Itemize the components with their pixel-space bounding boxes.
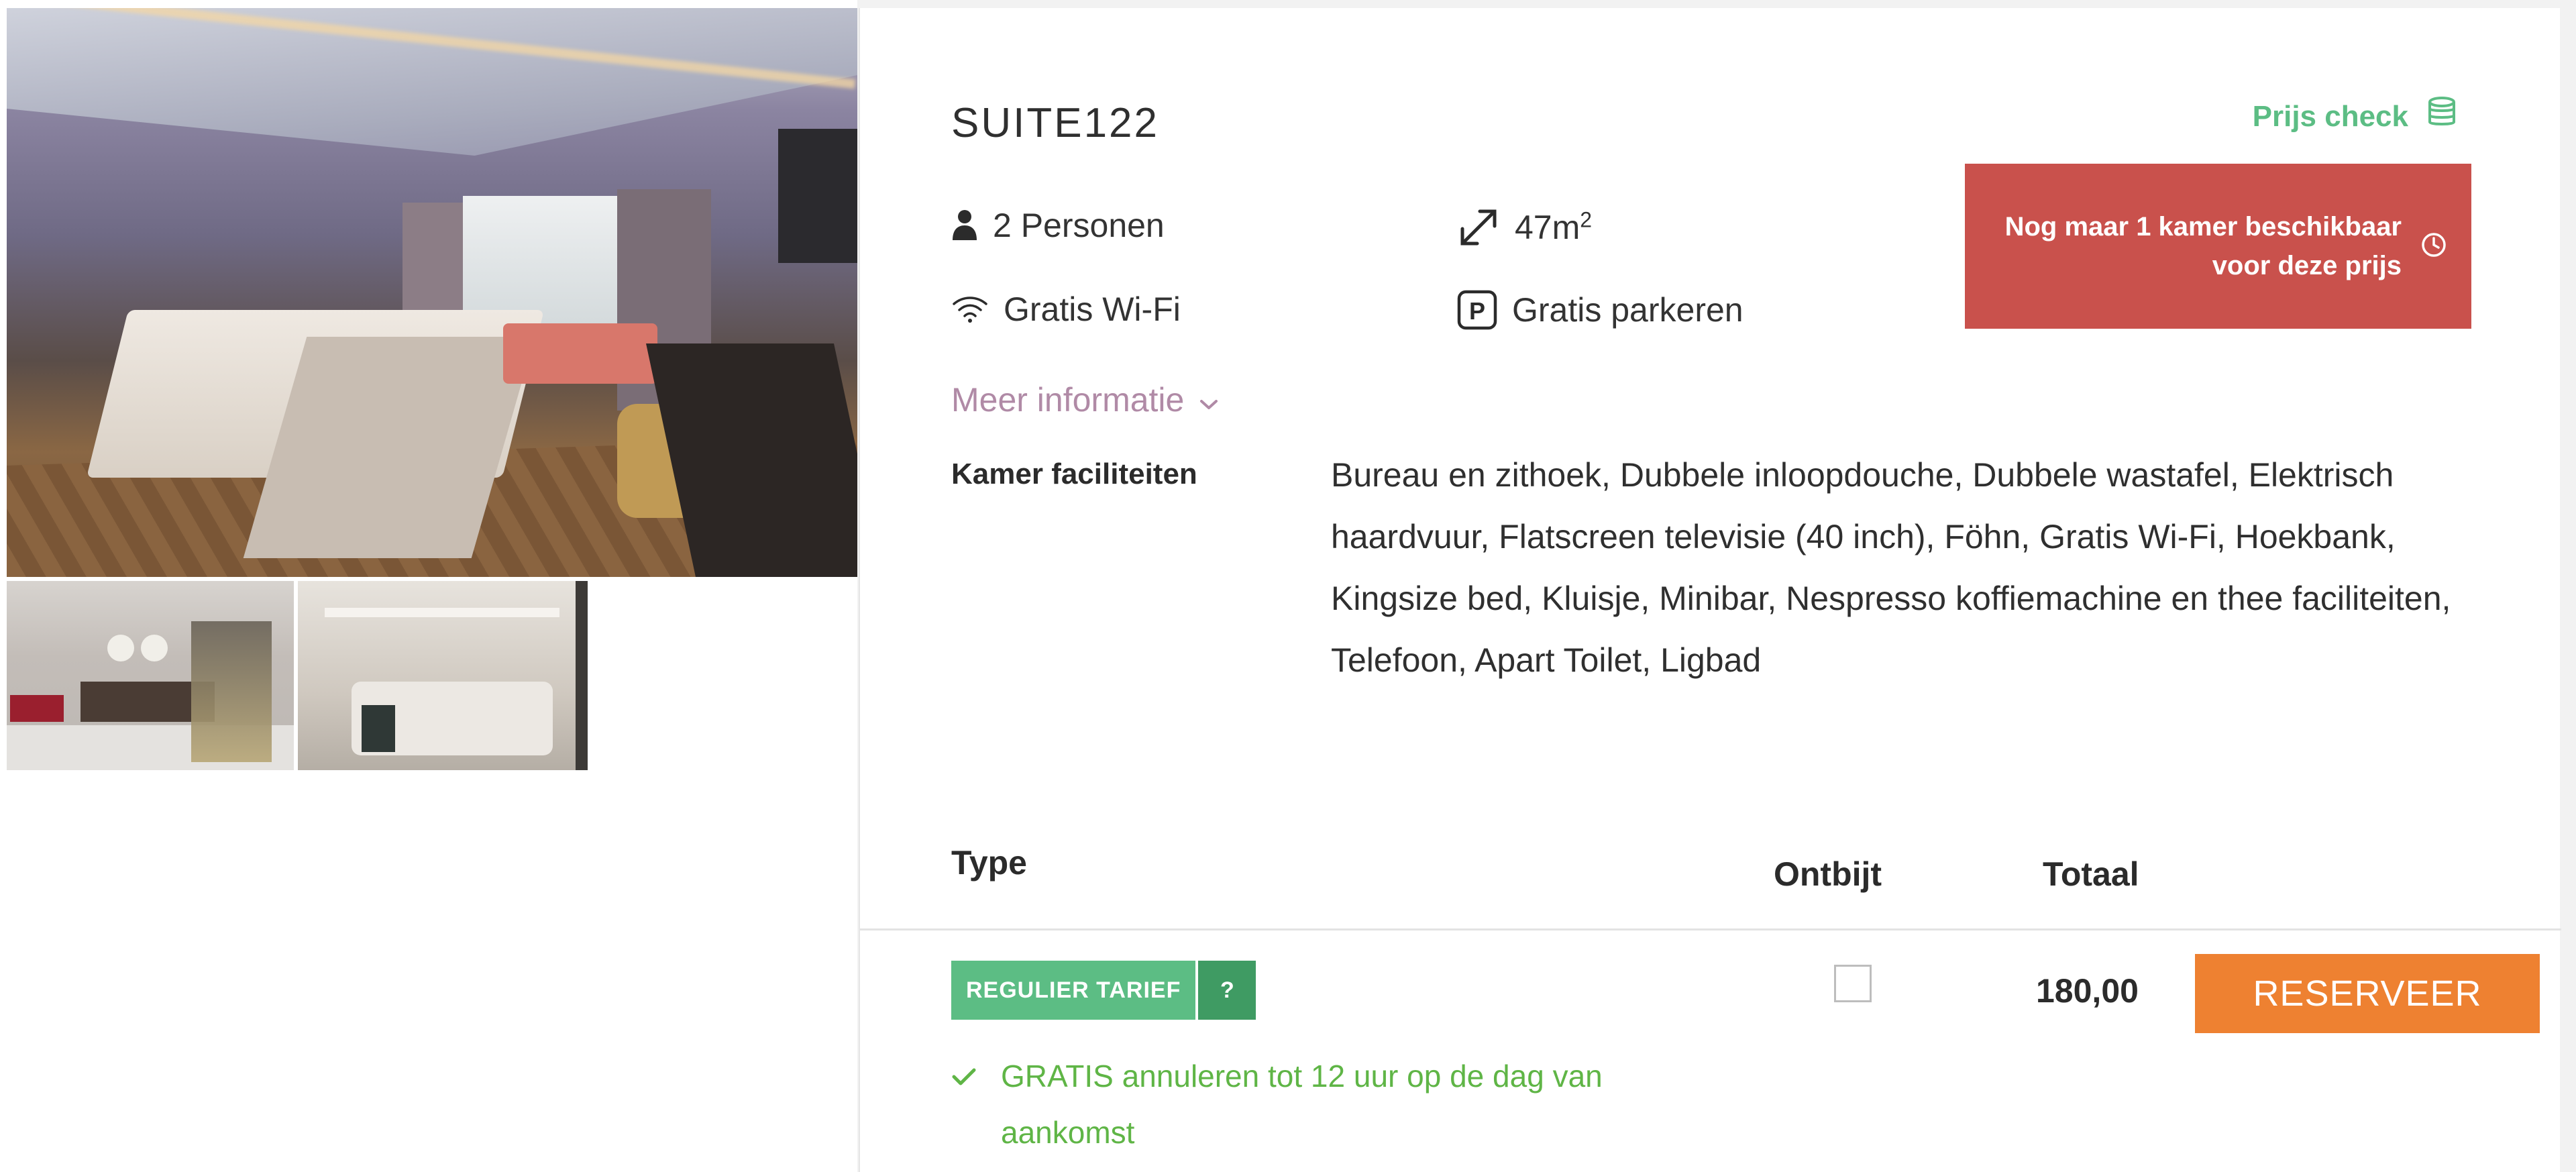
room-thumbnail-bathroom[interactable] [7, 581, 294, 770]
more-info-label: Meer informatie [951, 381, 1185, 419]
parking-label: Gratis parkeren [1512, 291, 1743, 329]
price-check-link[interactable]: Prijs check [2253, 95, 2458, 138]
expand-arrows-icon [1457, 206, 1500, 249]
room-details-panel: SUITE122 2 Personen 47m2 Gratis Wi-Fi P … [859, 8, 2561, 1172]
rate-help-button[interactable]: ? [1198, 961, 1256, 1020]
room-main-photo[interactable] [7, 8, 857, 577]
parking-icon: P [1457, 290, 1497, 330]
size-label: 47m2 [1515, 207, 1593, 246]
table-divider [860, 928, 2561, 930]
reserve-button[interactable]: RESERVEER [2195, 954, 2540, 1033]
cancellation-note: GRATIS annuleren tot 12 uur op de dag va… [951, 1048, 1689, 1161]
chevron-down-icon [1199, 380, 1219, 419]
svg-text:P: P [1469, 297, 1485, 325]
feature-persons: 2 Personen [951, 206, 1165, 245]
feature-wifi: Gratis Wi-Fi [951, 290, 1181, 329]
feature-parking: P Gratis parkeren [1457, 290, 1743, 330]
persons-label: 2 Personen [993, 207, 1165, 244]
facilities-list: Bureau en zithoek, Dubbele inloopdouche,… [1331, 456, 2451, 679]
room-thumbnail-bathtub[interactable] [298, 581, 588, 770]
wifi-label: Gratis Wi-Fi [1004, 290, 1181, 328]
price-check-label: Prijs check [2252, 99, 2408, 133]
rate-tag: REGULIER TARIEF ? [951, 961, 1256, 1020]
facilities-label: Kamer faciliteiten [951, 458, 1197, 490]
column-header-type: Type [951, 844, 1027, 882]
availability-alert-text: Nog maar 1 kamer beschikbaar voor deze p… [2004, 212, 2402, 280]
cancellation-text: GRATIS annuleren tot 12 uur op de dag va… [1001, 1059, 1603, 1150]
rate-type-badge: REGULIER TARIEF [951, 961, 1196, 1020]
coins-icon [2426, 95, 2458, 138]
column-header-breakfast: Ontbijt [1774, 855, 1882, 893]
photo-gallery [0, 0, 857, 1172]
room-title: SUITE122 [951, 100, 1160, 146]
wifi-icon [951, 295, 989, 324]
column-header-total: Totaal [2043, 855, 2139, 893]
availability-alert: Nog maar 1 kamer beschikbaar voor deze p… [1965, 164, 2471, 329]
breakfast-checkbox[interactable] [1834, 965, 1872, 1002]
more-info-link[interactable]: Meer informatie [951, 380, 1219, 419]
checkmark-icon [951, 1048, 977, 1104]
person-icon [951, 209, 978, 242]
clock-icon [2420, 231, 2447, 262]
total-price: 180,00 [2036, 972, 2139, 1010]
feature-size: 47m2 [1457, 206, 1592, 249]
